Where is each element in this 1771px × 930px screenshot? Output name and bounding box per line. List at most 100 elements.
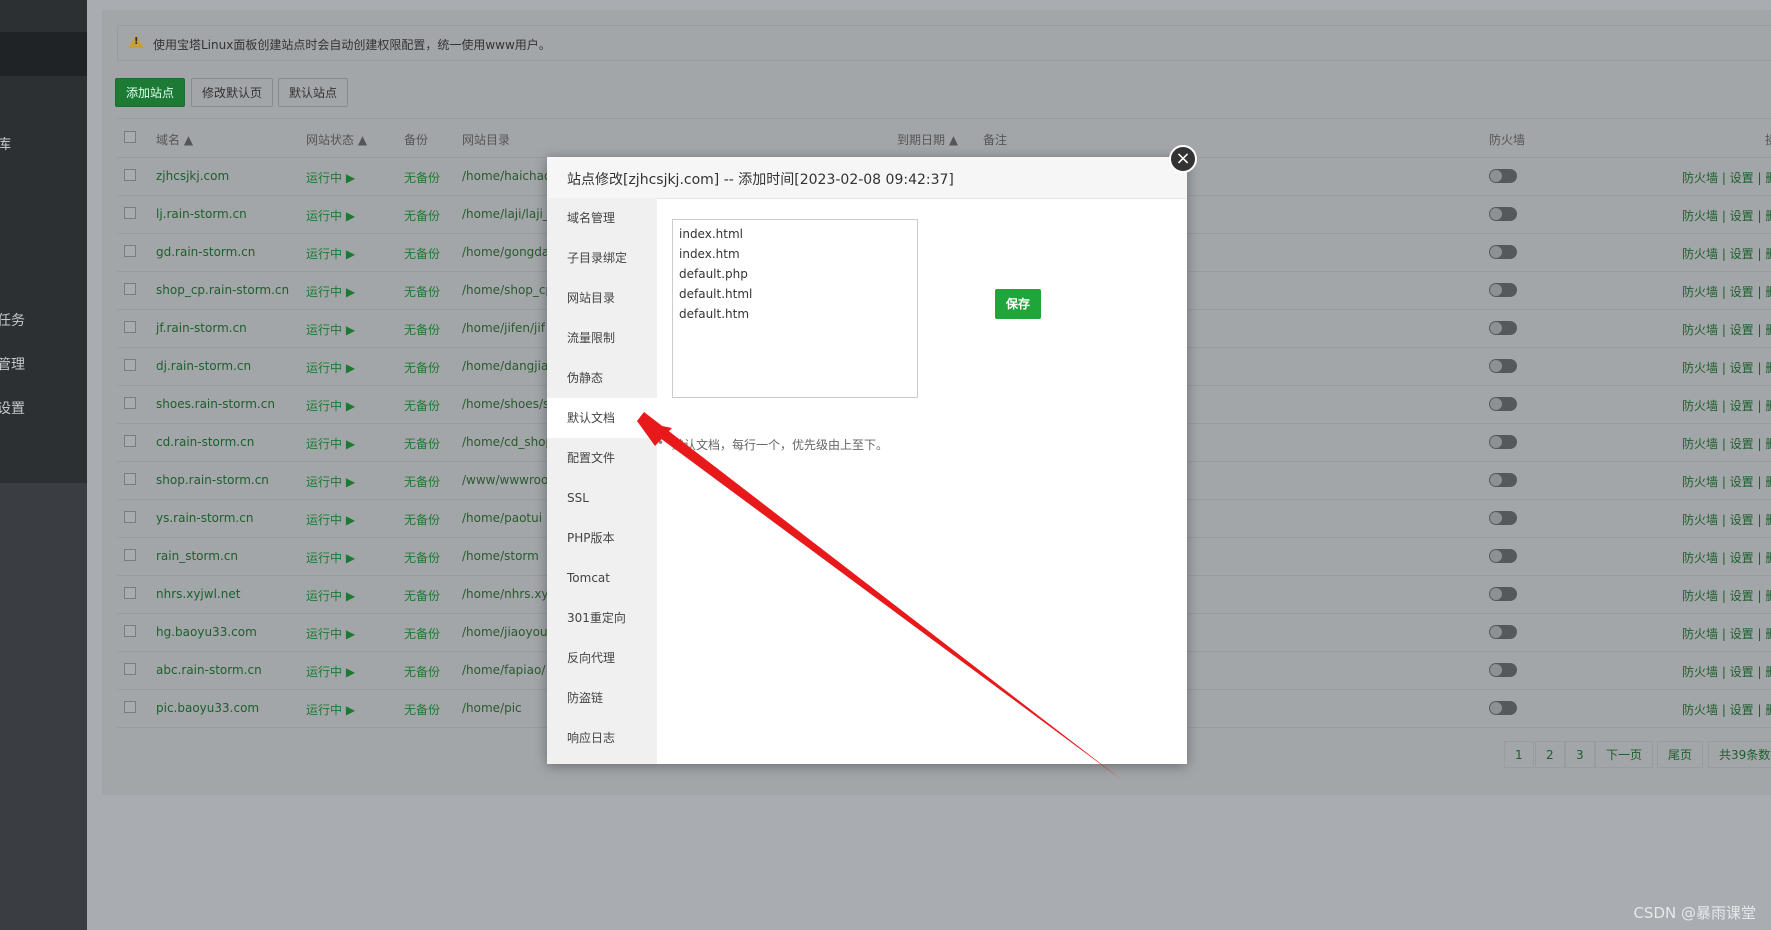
save-button[interactable]: 保存 (995, 289, 1041, 319)
header-status[interactable]: 网站状态 ▲ (306, 131, 367, 148)
row-actions[interactable]: 防火墙 | 设置 | 删 (1682, 587, 1771, 604)
site-backup[interactable]: 无备份 (404, 663, 440, 680)
sidebar-active-item[interactable] (0, 32, 87, 76)
row-checkbox[interactable] (124, 587, 136, 599)
site-domain-link[interactable]: pic.baoyu33.com (156, 701, 259, 715)
sidebar-item-manage[interactable]: 管理 (0, 354, 25, 374)
header-domain[interactable]: 域名 ▲ (156, 131, 193, 148)
site-domain-link[interactable]: shop.rain-storm.cn (156, 473, 269, 487)
sidebar-item-database[interactable]: 库 (0, 134, 11, 154)
site-root-path[interactable]: /home/cd_shop (462, 435, 553, 449)
row-checkbox[interactable] (124, 511, 136, 523)
site-root-path[interactable]: /home/nhrs.xy (462, 587, 549, 601)
row-actions[interactable]: 防火墙 | 设置 | 删 (1682, 701, 1771, 718)
row-actions[interactable]: 防火墙 | 设置 | 删 (1682, 359, 1771, 376)
next-page-button[interactable]: 下一页 (1595, 741, 1654, 768)
site-backup[interactable]: 无备份 (404, 283, 440, 300)
site-root-path[interactable]: /home/paotui (462, 511, 542, 525)
site-domain-link[interactable]: zjhcsjkj.com (156, 169, 229, 183)
site-domain-link[interactable]: rain_storm.cn (156, 549, 238, 563)
site-backup[interactable]: 无备份 (404, 701, 440, 718)
site-backup[interactable]: 无备份 (404, 511, 440, 528)
site-domain-link[interactable]: abc.rain-storm.cn (156, 663, 262, 677)
dialog-tab[interactable]: 流量限制 (547, 318, 657, 358)
site-status[interactable]: 运行中 ▶ (306, 359, 355, 376)
firewall-toggle[interactable] (1489, 473, 1517, 487)
site-root-path[interactable]: /home/jiaoyou (462, 625, 548, 639)
site-status[interactable]: 运行中 ▶ (306, 549, 355, 566)
default-documents-textarea[interactable]: index.html index.htm default.php default.ht… (672, 219, 918, 398)
firewall-toggle[interactable] (1489, 587, 1517, 601)
sidebar-item-tasks[interactable]: 任务 (0, 310, 25, 330)
row-checkbox[interactable] (124, 283, 136, 295)
dialog-tab[interactable]: 网站目录 (547, 278, 657, 318)
site-root-path[interactable]: /home/dangjia (462, 359, 548, 373)
site-domain-link[interactable]: lj.rain-storm.cn (156, 207, 247, 221)
firewall-toggle[interactable] (1489, 625, 1517, 639)
site-root-path[interactable]: /home/fapiao/ (462, 663, 545, 677)
site-status[interactable]: 运行中 ▶ (306, 207, 355, 224)
row-checkbox[interactable] (124, 245, 136, 257)
close-icon[interactable]: × (1169, 145, 1197, 173)
firewall-toggle[interactable] (1489, 169, 1517, 183)
row-actions[interactable]: 防火墙 | 设置 | 删 (1682, 663, 1771, 680)
site-root-path[interactable]: /home/pic (462, 701, 522, 715)
site-root-path[interactable]: /www/wwwroot (462, 473, 553, 487)
dialog-tab[interactable]: 默认文档 (547, 398, 657, 438)
dialog-tab[interactable]: 反向代理 (547, 638, 657, 678)
row-checkbox[interactable] (124, 435, 136, 447)
firewall-toggle[interactable] (1489, 359, 1517, 373)
firewall-toggle[interactable] (1489, 283, 1517, 297)
site-status[interactable]: 运行中 ▶ (306, 245, 355, 262)
row-actions[interactable]: 防火墙 | 设置 | 删 (1682, 321, 1771, 338)
dialog-tab[interactable]: 域名管理 (547, 198, 657, 238)
firewall-toggle[interactable] (1489, 435, 1517, 449)
site-backup[interactable]: 无备份 (404, 625, 440, 642)
dialog-tab[interactable]: 响应日志 (547, 718, 657, 758)
site-status[interactable]: 运行中 ▶ (306, 397, 355, 414)
page-2[interactable]: 2 (1535, 741, 1565, 768)
site-backup[interactable]: 无备份 (404, 359, 440, 376)
site-domain-link[interactable]: cd.rain-storm.cn (156, 435, 254, 449)
dialog-tab[interactable]: PHP版本 (547, 518, 657, 558)
select-all-checkbox[interactable] (124, 131, 136, 143)
site-domain-link[interactable]: hg.baoyu33.com (156, 625, 257, 639)
site-status[interactable]: 运行中 ▶ (306, 701, 355, 718)
row-checkbox[interactable] (124, 207, 136, 219)
default-site-button[interactable]: 默认站点 (278, 78, 349, 107)
site-root-path[interactable]: /home/laji/laji_ (462, 207, 549, 221)
add-site-button[interactable]: 添加站点 (115, 78, 186, 107)
firewall-toggle[interactable] (1489, 397, 1517, 411)
site-root-path[interactable]: /home/gongdan (462, 245, 557, 259)
row-actions[interactable]: 防火墙 | 设置 | 删 (1682, 435, 1771, 452)
site-backup[interactable]: 无备份 (404, 587, 440, 604)
row-checkbox[interactable] (124, 701, 136, 713)
row-actions[interactable]: 防火墙 | 设置 | 删 (1682, 283, 1771, 300)
header-expire[interactable]: 到期日期 ▲ (897, 131, 958, 148)
site-backup[interactable]: 无备份 (404, 549, 440, 566)
site-status[interactable]: 运行中 ▶ (306, 587, 355, 604)
firewall-toggle[interactable] (1489, 549, 1517, 563)
last-page-button[interactable]: 尾页 (1657, 741, 1704, 768)
row-actions[interactable]: 防火墙 | 设置 | 删 (1682, 207, 1771, 224)
row-checkbox[interactable] (124, 549, 136, 561)
site-backup[interactable]: 无备份 (404, 397, 440, 414)
firewall-toggle[interactable] (1489, 511, 1517, 525)
site-status[interactable]: 运行中 ▶ (306, 435, 355, 452)
dialog-tab[interactable]: 301重定向 (547, 598, 657, 638)
site-status[interactable]: 运行中 ▶ (306, 321, 355, 338)
site-domain-link[interactable]: jf.rain-storm.cn (156, 321, 247, 335)
row-actions[interactable]: 防火墙 | 设置 | 删 (1682, 625, 1771, 642)
row-checkbox[interactable] (124, 473, 136, 485)
site-root-path[interactable]: /home/haichao (462, 169, 551, 183)
site-backup[interactable]: 无备份 (404, 245, 440, 262)
site-backup[interactable]: 无备份 (404, 321, 440, 338)
row-actions[interactable]: 防火墙 | 设置 | 删 (1682, 169, 1771, 186)
row-actions[interactable]: 防火墙 | 设置 | 删 (1682, 549, 1771, 566)
site-domain-link[interactable]: ys.rain-storm.cn (156, 511, 253, 525)
firewall-toggle[interactable] (1489, 321, 1517, 335)
site-root-path[interactable]: /home/storm (462, 549, 539, 563)
site-status[interactable]: 运行中 ▶ (306, 169, 355, 186)
firewall-toggle[interactable] (1489, 245, 1517, 259)
site-domain-link[interactable]: dj.rain-storm.cn (156, 359, 251, 373)
